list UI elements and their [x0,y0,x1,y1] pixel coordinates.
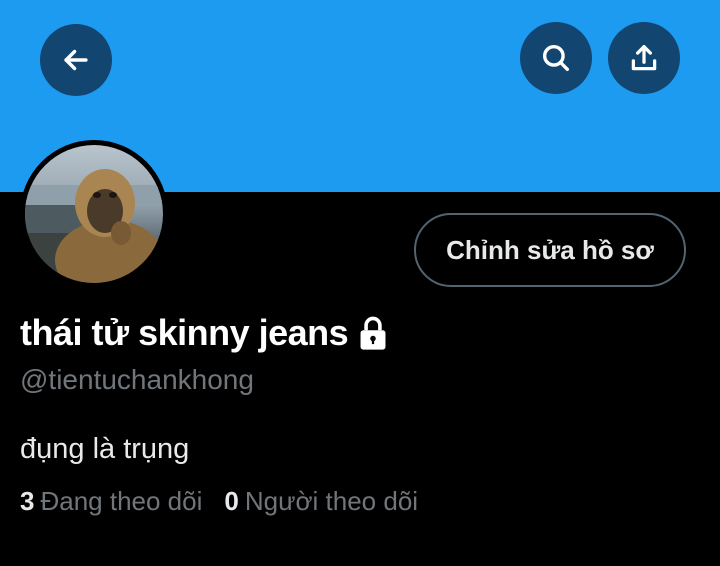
search-button[interactable] [520,22,592,94]
avatar[interactable] [20,140,168,288]
display-name-row: thái tử skinny jeans [20,312,390,354]
search-icon [542,44,570,72]
following-stat[interactable]: 3 Đang theo dõi [20,486,202,517]
display-name: thái tử skinny jeans [20,312,349,353]
share-upload-icon [631,45,657,71]
arrow-left-icon [64,49,88,71]
avatar-image [25,145,163,283]
share-button[interactable] [608,22,680,94]
followers-stat[interactable]: 0 Người theo dõi [224,486,418,517]
profile-bio: đụng là trụng [20,433,190,465]
following-count: 3 [20,486,35,516]
follow-stats: 3 Đang theo dõi 0 Người theo dõi [20,486,440,517]
back-button[interactable] [40,24,112,96]
username-handle: @tientuchankhong [20,364,254,395]
followers-count: 0 [224,486,239,516]
lock-icon [360,316,386,350]
edit-profile-button[interactable]: Chỉnh sửa hồ sơ [414,213,686,287]
following-label: Đang theo dõi [40,486,203,516]
followers-label: Người theo dõi [244,486,419,516]
